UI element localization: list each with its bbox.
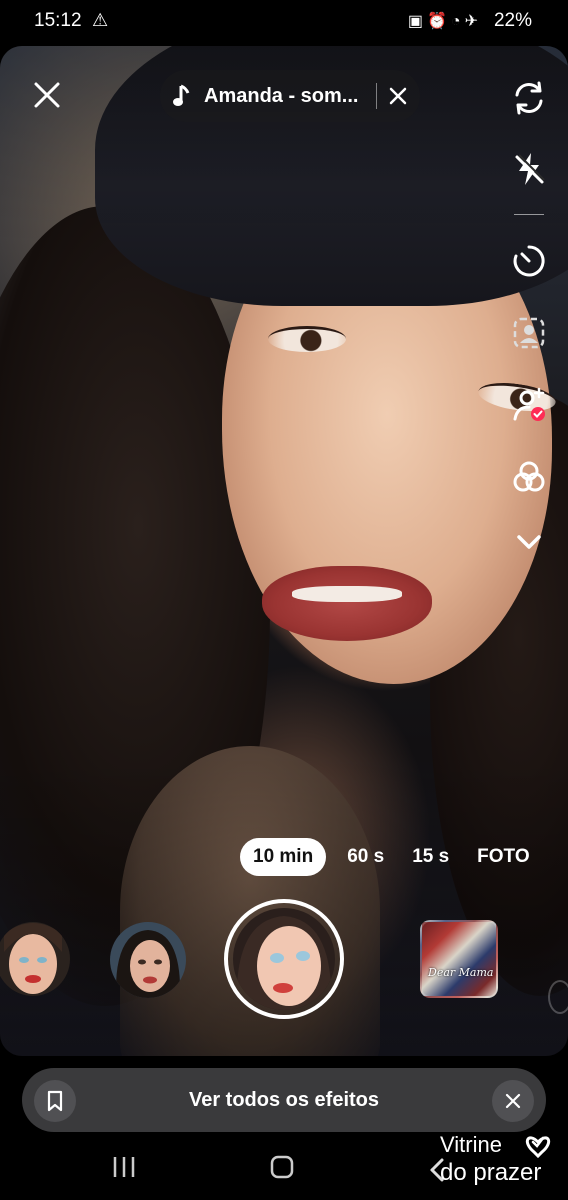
add-person-icon[interactable] [506,382,552,428]
battery-saver-icon: ▣ [407,13,427,30]
warning-icon: ⚠ [92,10,109,30]
duration-option[interactable]: 60 s [336,838,395,876]
add-sound-pill[interactable]: Amanda - som... [160,70,420,122]
timer-icon[interactable] [506,238,552,284]
gallery-upload-thumbnail[interactable]: Dear Mama [420,920,498,998]
status-bar: 15:12 ⚠ ▣⏰◔✈ 22% [0,0,568,44]
photo-option[interactable]: FOTO [466,838,540,876]
toolbar-separator [514,214,544,215]
wifi-icon: ◔ [450,13,465,30]
bookmark-button[interactable] [34,1080,76,1122]
alarm-icon: ⏰ [427,13,451,30]
home-icon[interactable] [262,1150,302,1184]
duration-option[interactable]: 15 s [401,838,460,876]
recents-icon[interactable] [104,1150,144,1184]
chevron-down-icon[interactable] [506,518,552,564]
filters-icon[interactable] [506,454,552,500]
see-all-effects-label: Ver todos os efeitos [188,1088,380,1111]
battery-level: 22% [493,10,532,31]
gallery-thumbnail-text: Dear Mama [428,966,494,979]
airplane-icon: ✈ [464,13,482,30]
sound-label: Amanda - som... [204,84,359,107]
remove-sound-icon[interactable] [389,87,407,105]
see-all-effects-bar[interactable]: Ver todos os efeitos [22,1068,546,1132]
close-icon [505,1093,521,1109]
retouch-icon[interactable] [506,310,552,356]
flip-camera-icon[interactable] [506,75,552,121]
record-button[interactable] [224,899,344,1019]
close-icon[interactable] [30,78,64,112]
flash-off-icon[interactable] [506,146,552,192]
watermark-line2: do prazer [440,1159,541,1186]
bookmark-icon [47,1090,63,1112]
status-icons: ▣⏰◔✈ [408,11,482,31]
pill-divider [376,83,377,109]
effect-item[interactable] [110,922,186,998]
vitrine-watermark-logo: Vitrine do prazer [430,1132,551,1186]
music-note-icon [173,84,190,106]
duration-selector: 10 min 60 s 15 s FOTO [240,838,541,876]
duration-option-selected[interactable]: 10 min [240,838,327,876]
watermark-line1: Vitrine [440,1132,502,1157]
close-effects-button[interactable] [492,1080,534,1122]
edge-indicator [548,980,568,1014]
effect-thumbnail [110,922,186,998]
status-time: 15:12 [34,10,82,31]
